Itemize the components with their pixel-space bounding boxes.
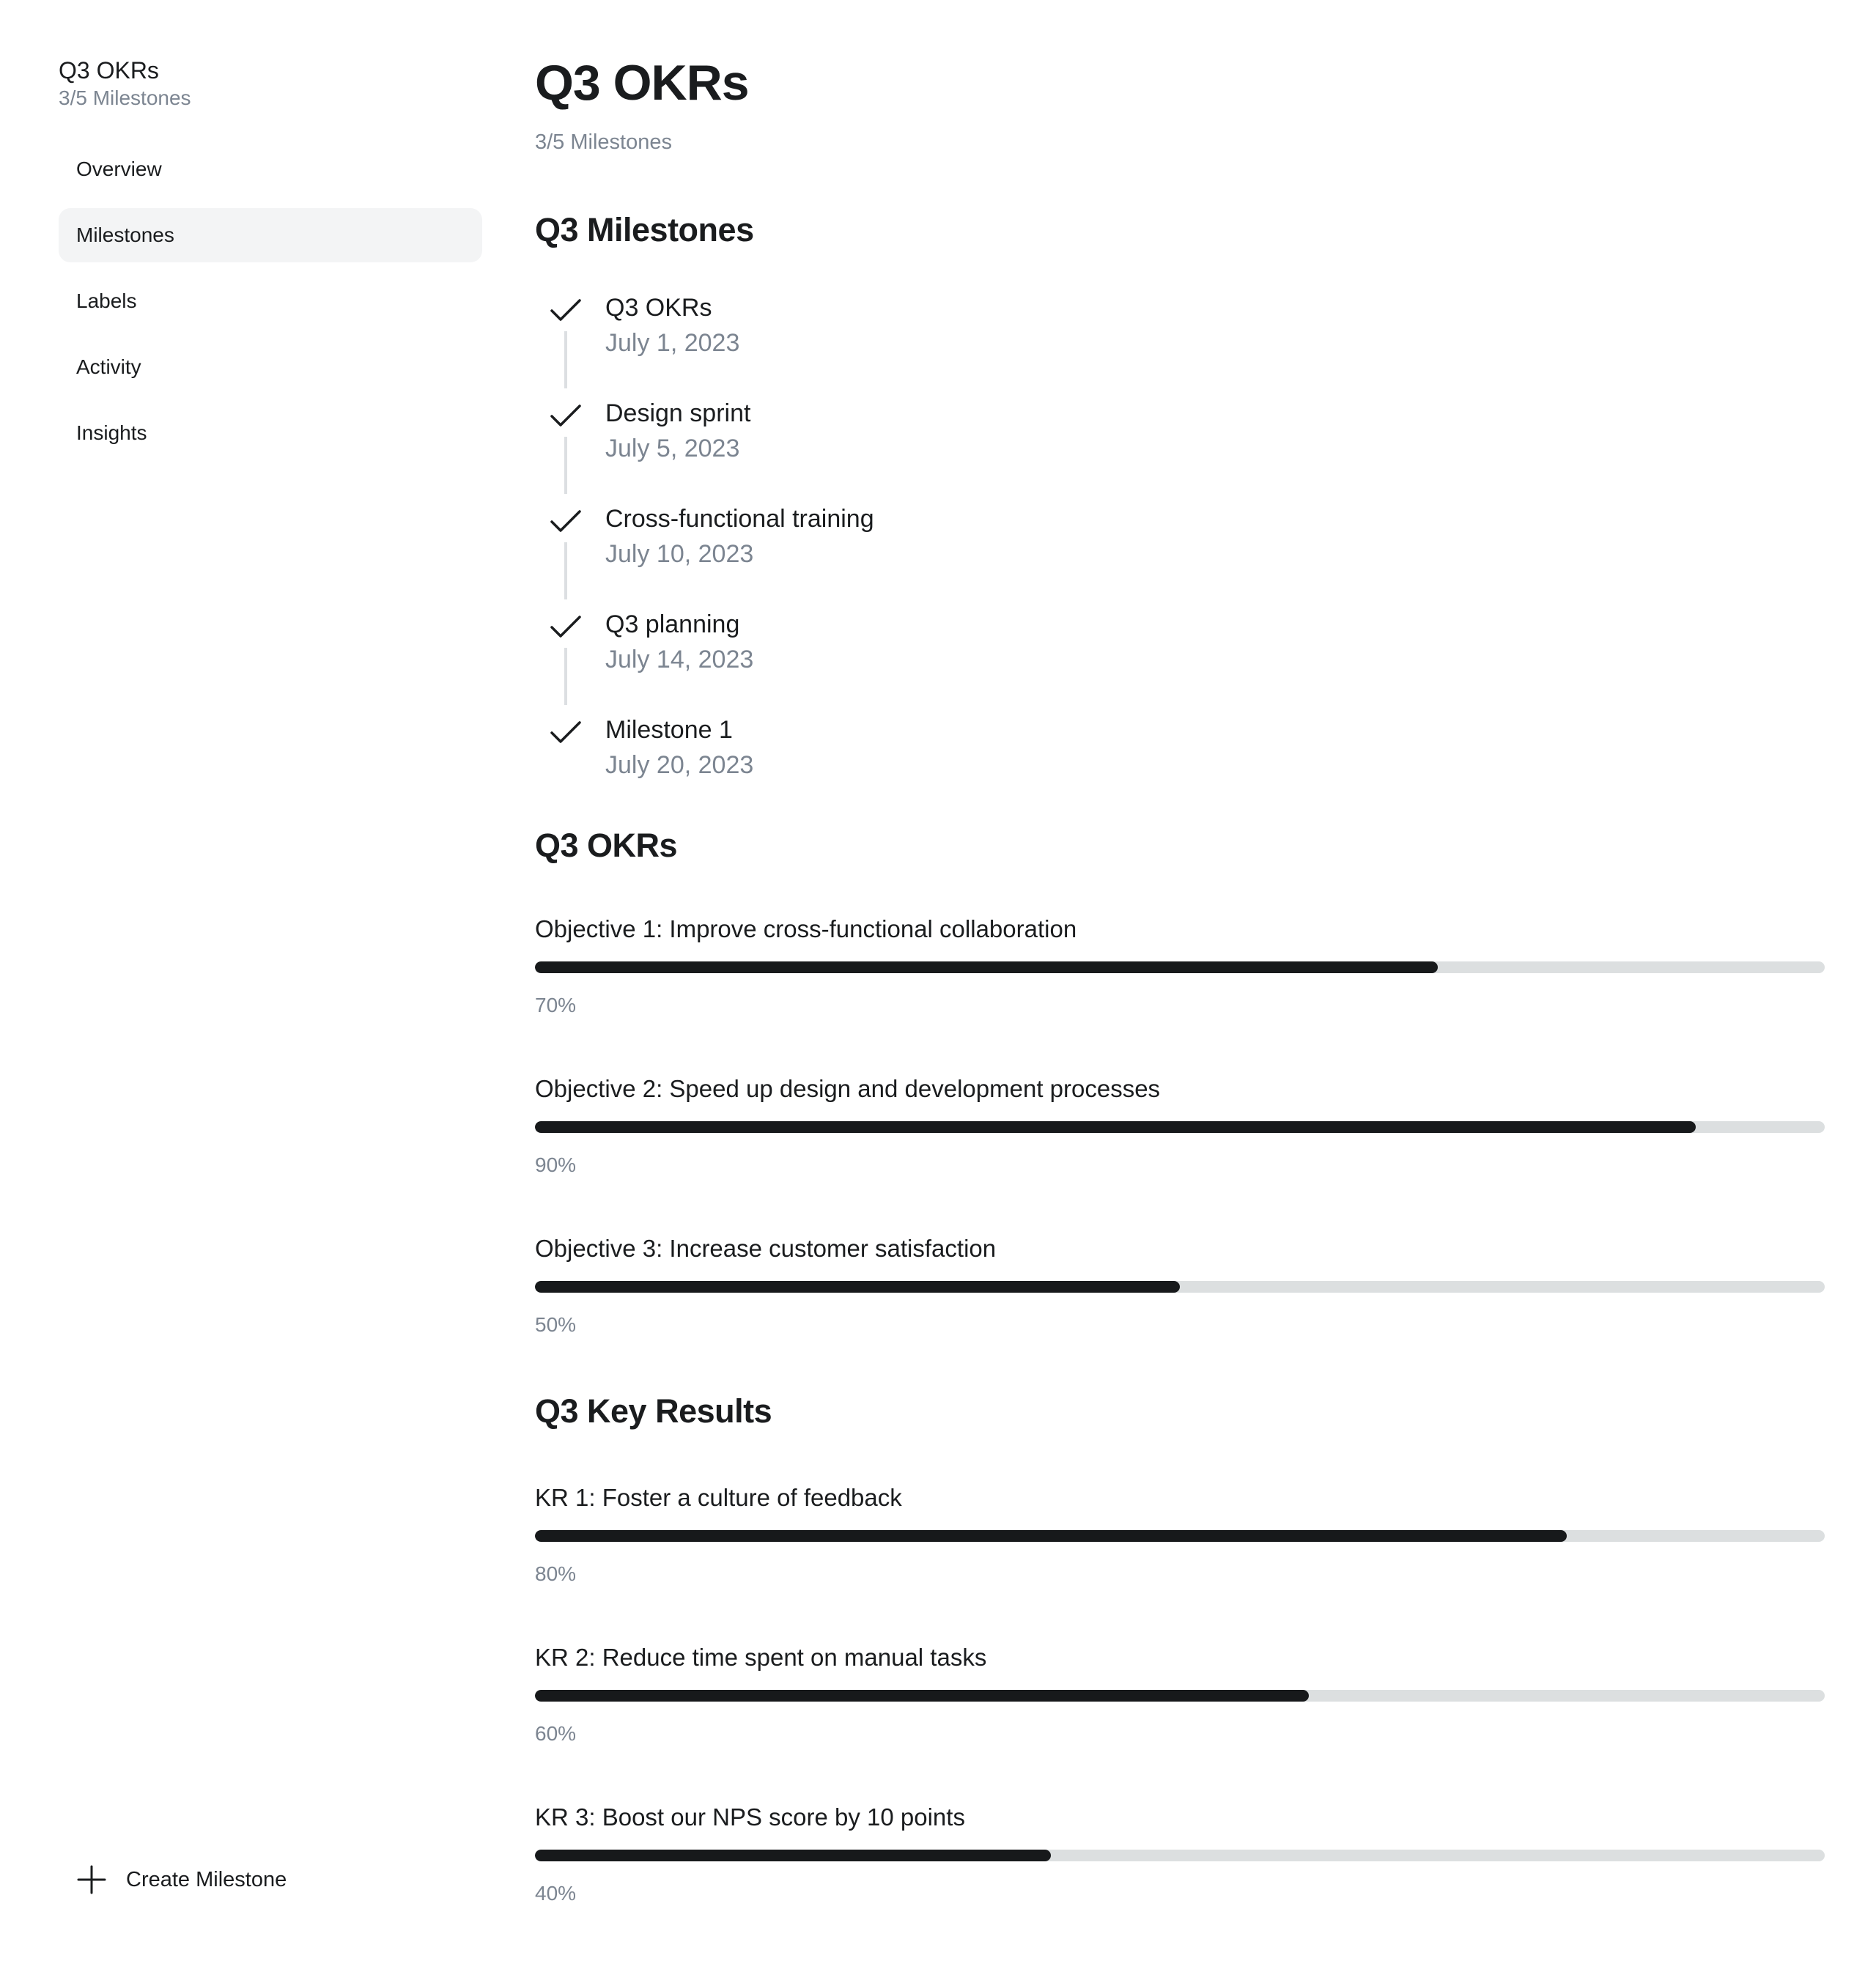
sidebar-item-label: Milestones (76, 224, 174, 246)
milestone-item[interactable]: Milestone 1 July 20, 2023 (535, 712, 1268, 818)
timeline-connector (564, 331, 567, 388)
milestone-title: Q3 planning (605, 610, 740, 638)
sidebar-nav: Overview Milestones Labels Activity Insi… (59, 142, 482, 472)
key-result-label: KR 1: Foster a culture of feedback (535, 1484, 902, 1511)
app: Q3 OKRs 3/5 Milestones Overview Mileston… (0, 0, 1876, 1961)
check-icon (550, 405, 581, 426)
plus-icon (77, 1865, 106, 1894)
milestone-title: Milestone 1 (605, 716, 733, 744)
check-icon (550, 510, 581, 532)
objective-progress: Objective 2: Speed up design and develop… (535, 1073, 1825, 1197)
milestone-item[interactable]: Design sprint July 5, 2023 (535, 396, 1268, 501)
sidebar-item-labels[interactable]: Labels (59, 274, 482, 328)
check-icon (550, 616, 581, 638)
sidebar-item-insights[interactable]: Insights (59, 406, 482, 460)
sidebar-item-overview[interactable]: Overview (59, 142, 482, 196)
progress-fill (535, 961, 1438, 973)
sidebar-item-label: Insights (76, 421, 147, 444)
progress-percent: 90% (535, 1153, 577, 1176)
milestone-item[interactable]: Cross-functional training July 10, 2023 (535, 501, 1268, 607)
milestone-date: July 20, 2023 (605, 751, 754, 779)
milestone-date: July 14, 2023 (605, 646, 754, 673)
check-icon (550, 721, 581, 743)
okrs-heading: Q3 OKRs (535, 827, 678, 864)
sidebar-header: Q3 OKRs 3/5 Milestones (59, 56, 191, 111)
sidebar-item-label: Activity (76, 355, 141, 378)
progress-fill (535, 1530, 1567, 1542)
objective-label: Objective 1: Improve cross-functional co… (535, 915, 1077, 942)
progress-track (535, 1530, 1825, 1542)
objective-progress: Objective 1: Improve cross-functional co… (535, 913, 1825, 1038)
sidebar: Q3 OKRs 3/5 Milestones Overview Mileston… (0, 0, 506, 1961)
page-subtitle: 3/5 Milestones (535, 130, 672, 154)
progress-fill (535, 1281, 1180, 1293)
sidebar-subtitle: 3/5 Milestones (59, 86, 191, 109)
milestone-title: Cross-functional training (605, 505, 874, 533)
progress-percent: 70% (535, 994, 577, 1016)
sidebar-title: Q3 OKRs (59, 57, 159, 84)
key-result-progress: KR 1: Foster a culture of feedback 80% (535, 1482, 1825, 1606)
timeline-connector (564, 437, 567, 494)
progress-fill (535, 1121, 1696, 1133)
milestone-date: July 1, 2023 (605, 329, 740, 357)
milestones-heading: Q3 Milestones (535, 211, 754, 248)
check-icon (550, 299, 581, 321)
key-result-progress: KR 3: Boost our NPS score by 10 points 4… (535, 1801, 1825, 1926)
key-results-heading: Q3 Key Results (535, 1392, 772, 1430)
milestone-date: July 10, 2023 (605, 540, 754, 568)
milestone-title: Q3 OKRs (605, 294, 712, 322)
milestone-item[interactable]: Q3 OKRs July 1, 2023 (535, 290, 1268, 396)
progress-track (535, 961, 1825, 973)
milestone-title: Design sprint (605, 399, 751, 427)
objective-label: Objective 3: Increase customer satisfact… (535, 1235, 997, 1262)
progress-track (535, 1690, 1825, 1702)
objective-label: Objective 2: Speed up design and develop… (535, 1075, 1161, 1102)
milestone-date: July 5, 2023 (605, 435, 740, 462)
sidebar-item-label: Labels (76, 289, 137, 312)
sidebar-item-activity[interactable]: Activity (59, 340, 482, 394)
progress-percent: 60% (535, 1722, 577, 1745)
progress-track (535, 1121, 1825, 1133)
key-result-label: KR 2: Reduce time spent on manual tasks (535, 1644, 987, 1671)
create-milestone-button[interactable]: Create Milestone (76, 1864, 287, 1895)
timeline-connector (564, 542, 567, 599)
progress-track (535, 1850, 1825, 1861)
sidebar-item-label: Overview (76, 158, 162, 180)
objective-progress: Objective 3: Increase customer satisfact… (535, 1233, 1825, 1357)
key-result-label: KR 3: Boost our NPS score by 10 points (535, 1803, 965, 1831)
create-milestone-label: Create Milestone (126, 1867, 287, 1891)
progress-fill (535, 1690, 1309, 1702)
progress-percent: 40% (535, 1882, 577, 1905)
milestone-item[interactable]: Q3 planning July 14, 2023 (535, 607, 1268, 712)
key-result-progress: KR 2: Reduce time spent on manual tasks … (535, 1641, 1825, 1766)
progress-fill (535, 1850, 1051, 1861)
timeline-connector (564, 648, 567, 705)
progress-percent: 50% (535, 1313, 577, 1336)
progress-percent: 80% (535, 1562, 577, 1585)
sidebar-item-milestones[interactable]: Milestones (59, 208, 482, 262)
page-title: Q3 OKRs (535, 55, 750, 111)
progress-track (535, 1281, 1825, 1293)
